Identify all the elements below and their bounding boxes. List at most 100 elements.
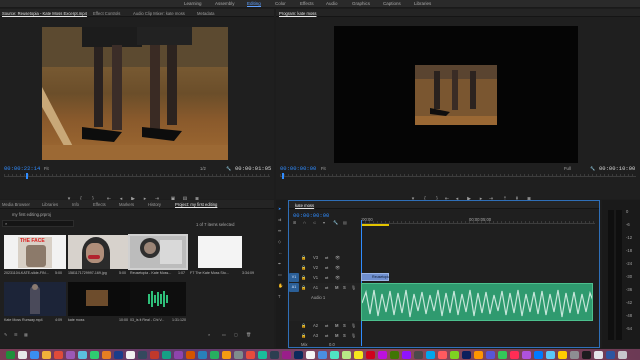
sync-lock-icon[interactable]: ⇄ (325, 265, 329, 270)
source-patch-a1[interactable]: A1 (289, 283, 299, 292)
tab-info[interactable]: Info (72, 202, 79, 207)
lock-icon[interactable]: 🔒 (301, 285, 306, 291)
dock-app-icon[interactable] (510, 351, 519, 359)
dock-app-icon[interactable] (354, 351, 363, 359)
dock-app-icon[interactable] (162, 351, 171, 359)
sync-lock-icon[interactable]: ⇄ (325, 275, 329, 280)
dock-app-icon[interactable] (498, 351, 507, 359)
dock-app-icon[interactable] (30, 351, 39, 359)
sync-lock-icon[interactable]: ⇄ (325, 333, 329, 338)
tab-effect-controls[interactable]: Effect Controls (93, 11, 120, 16)
dock-app-icon[interactable] (522, 351, 531, 359)
new-bin-icon[interactable]: ▭ (222, 332, 226, 337)
source-timecode-playhead[interactable]: 00:00:22:14 (4, 165, 40, 172)
list-view-icon[interactable]: ☰ (14, 332, 18, 337)
dock-app-icon[interactable] (558, 351, 567, 359)
source-patch-v1[interactable]: V1 (289, 273, 299, 282)
audio-clip-a1[interactable] (361, 283, 593, 321)
dock-app-icon[interactable] (6, 351, 15, 359)
dock-app-icon[interactable] (54, 351, 63, 359)
dock-app-icon[interactable] (78, 351, 87, 359)
mix-value[interactable]: 0.0 (329, 342, 335, 347)
workspace-tab-captions[interactable]: Captions (383, 1, 401, 6)
dock-app-icon[interactable] (270, 351, 279, 359)
icon-view-icon[interactable]: ▦ (24, 332, 28, 337)
dock-app-icon[interactable] (318, 351, 327, 359)
dock-app-icon[interactable] (366, 351, 375, 359)
ripple-edit-icon[interactable]: ⇹ (278, 228, 282, 233)
tab-history[interactable]: History (148, 202, 161, 207)
selection-tool-icon[interactable]: ➤ (278, 206, 282, 211)
solo-button[interactable]: S (343, 333, 346, 338)
dock-app-icon[interactable] (210, 351, 219, 359)
wrench-icon[interactable]: 🔧 (590, 166, 595, 172)
dock-app-icon[interactable] (234, 351, 243, 359)
microphone-icon[interactable]: 🎙 (351, 333, 356, 339)
new-item-icon[interactable]: ▢ (234, 332, 238, 337)
dock-app-icon[interactable] (606, 351, 615, 359)
eye-icon[interactable]: 👁 (335, 255, 340, 261)
settings-wrench-icon[interactable]: 🔧 (333, 220, 338, 226)
search-icon[interactable]: ⌕ (208, 332, 210, 337)
lock-icon[interactable]: 🔒 (301, 323, 306, 329)
dock-app-icon[interactable] (222, 351, 231, 359)
mute-button[interactable]: M (335, 323, 339, 328)
project-item-thumbnail[interactable] (68, 282, 130, 316)
lock-icon[interactable]: 🔒 (301, 333, 306, 339)
dock-app-icon[interactable] (102, 351, 111, 359)
dock-app-icon[interactable] (150, 351, 159, 359)
dock-app-icon[interactable] (462, 351, 471, 359)
workspace-tab-libraries[interactable]: Libraries (414, 1, 431, 6)
program-timecode-playhead[interactable]: 00:00:00:00 (280, 165, 316, 172)
tab-project[interactable]: Project: my first editing (175, 202, 217, 207)
dock-app-icon[interactable] (246, 351, 255, 359)
timeline-ruler[interactable] (361, 221, 595, 224)
pencil-icon[interactable]: ✎ (4, 332, 8, 337)
dock-app-icon[interactable] (90, 351, 99, 359)
nest-icon[interactable]: ⊞ (293, 220, 297, 225)
wrench-icon[interactable]: 🔧 (226, 166, 231, 172)
dock-app-icon[interactable] (390, 351, 399, 359)
dock-app-icon[interactable] (282, 351, 291, 359)
source-scale-dropdown[interactable]: 1/2 (200, 166, 206, 171)
tab-markers[interactable]: Markers (119, 202, 134, 207)
add-marker-icon[interactable]: ▾ (323, 220, 325, 225)
project-item-thumbnail[interactable] (4, 282, 66, 316)
dock-app-icon[interactable] (126, 351, 135, 359)
sync-lock-icon[interactable]: ⇄ (325, 323, 329, 328)
mute-button[interactable]: M (335, 285, 339, 290)
dock-app-icon[interactable] (582, 351, 591, 359)
tab-media-browser[interactable]: Media Browser (2, 202, 30, 207)
sync-lock-icon[interactable]: ⇄ (325, 285, 329, 290)
sync-lock-icon[interactable]: ⇄ (325, 255, 329, 260)
eye-icon[interactable]: 👁 (335, 265, 340, 271)
dock-app-icon[interactable] (342, 351, 351, 359)
dock-app-icon[interactable] (330, 351, 339, 359)
video-clip-v1[interactable]: Reusetopia (361, 273, 390, 281)
tab-audio-clip-mixer[interactable]: Audio Clip Mixer: kate moss (133, 11, 185, 16)
dock-app-icon[interactable] (306, 351, 315, 359)
dock-app-icon[interactable] (198, 351, 207, 359)
dock-app-icon[interactable] (258, 351, 267, 359)
lock-icon[interactable]: 🔒 (301, 275, 306, 281)
program-playhead[interactable] (282, 173, 284, 179)
source-fit-dropdown[interactable]: Fit (44, 166, 49, 171)
dock-app-icon[interactable] (18, 351, 27, 359)
program-scale-dropdown[interactable]: Full (564, 166, 571, 171)
solo-button[interactable]: S (343, 285, 346, 290)
pen-tool-icon[interactable]: ✒ (278, 261, 282, 266)
dock-app-icon[interactable] (438, 351, 447, 359)
hand-tool-icon[interactable]: ✋ (278, 283, 283, 289)
tab-libraries[interactable]: Libraries (42, 202, 58, 207)
dock-app-icon[interactable] (450, 351, 459, 359)
captions-icon[interactable]: ▤ (343, 220, 347, 225)
timeline-timecode[interactable]: 00:00:00:00 (293, 212, 329, 219)
workspace-tab-color[interactable]: Color (275, 1, 286, 6)
dock-app-icon[interactable] (594, 351, 603, 359)
workspace-tab-editing[interactable]: Editing (247, 1, 261, 7)
dock-app-icon[interactable] (174, 351, 183, 359)
dock-app-icon[interactable] (402, 351, 411, 359)
dock-app-icon[interactable] (486, 351, 495, 359)
lock-icon[interactable]: 🔒 (301, 265, 306, 271)
workspace-tab-assembly[interactable]: Assembly (215, 1, 235, 6)
